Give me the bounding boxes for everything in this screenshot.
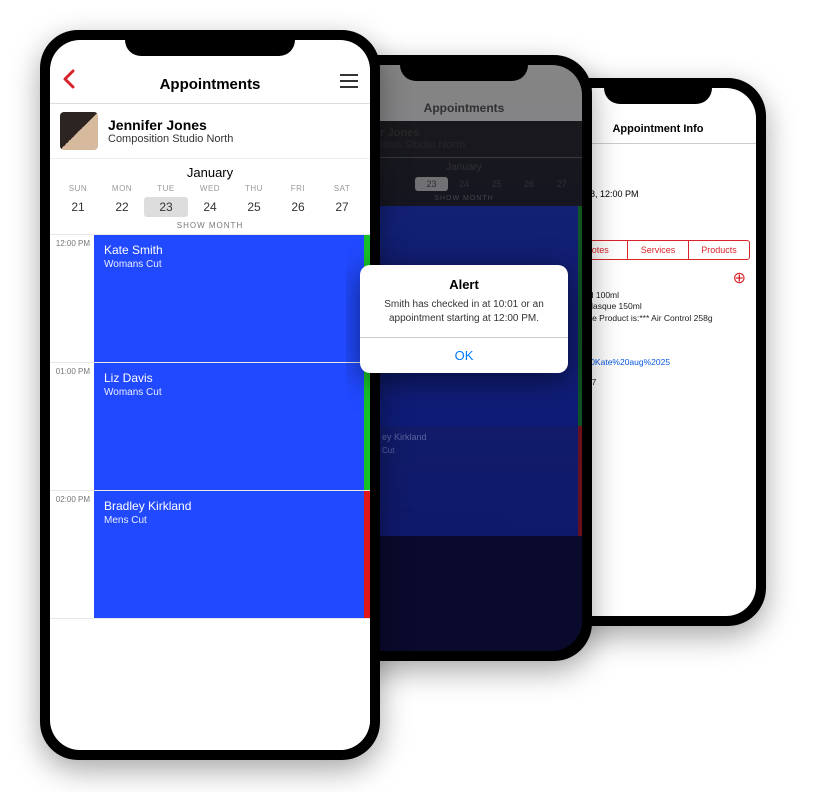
time-label: 12:00 PM (50, 235, 94, 362)
phone-1: Appointments Jennifer Jones Composition … (40, 30, 380, 760)
note-line: , 2017 (568, 333, 748, 345)
notch (400, 55, 528, 81)
appointment-slot[interactable]: Kate Smith Womans Cut (94, 235, 370, 362)
slot-edge-indicator (364, 363, 370, 490)
tab-services[interactable]: Services (627, 241, 688, 259)
screen-1: Appointments Jennifer Jones Composition … (50, 40, 370, 750)
month-label: January (50, 159, 370, 184)
slot-service: Cut (382, 446, 394, 455)
day-label: SUN (56, 184, 100, 193)
date-cell[interactable]: 21 (56, 197, 100, 217)
nav-title: Appointments (86, 76, 334, 93)
avatar (60, 112, 98, 150)
back-button[interactable] (62, 69, 86, 93)
info-line: ce (568, 213, 748, 226)
alert-title: Alert (360, 265, 568, 298)
profile-row[interactable]: Jennifer Jones Composition Studio North (50, 104, 370, 159)
month-label: January (346, 158, 582, 175)
appointment-slot[interactable]: Bradley Kirkland Mens Cut (94, 491, 370, 618)
date-cell[interactable]: 22 (100, 197, 144, 217)
info-line: y 2018, 12:00 PM (568, 188, 748, 201)
time-label: 01:00 PM (50, 363, 94, 490)
info-line: 55 (568, 175, 748, 188)
slot-service: Womans Cut (104, 387, 360, 398)
date-row: 23 24 25 26 27 (346, 175, 582, 195)
screen-2: Appointments nnifer Jones mposition Stud… (346, 65, 582, 651)
profile-name: Jennifer Jones (108, 117, 233, 133)
day-label: SAT (320, 184, 364, 193)
nav-title: Appointments (424, 101, 505, 115)
day-label: WED (188, 184, 232, 193)
time-label: 02:00 PM (50, 491, 94, 618)
schedule-row: 02:00 PM Bradley Kirkland Mens Cut (50, 490, 370, 618)
chevron-left-icon (62, 69, 76, 89)
note-line: st Have Product is:*** Air Control 258g (568, 313, 748, 325)
date-cell[interactable]: 23 (415, 177, 448, 191)
notch (125, 30, 295, 56)
menu-icon (340, 74, 358, 88)
date-cell[interactable]: 24 (448, 177, 481, 191)
date-cell[interactable]: 24 (188, 197, 232, 217)
slot-name: Bradley Kirkland (104, 499, 360, 513)
note-line: olor: (568, 345, 748, 357)
profile-studio: Composition Studio North (108, 133, 233, 145)
date-cell[interactable]: 26 (276, 197, 320, 217)
date-cell[interactable]: 25 (480, 177, 513, 191)
slot-name: ey Kirkland (382, 432, 427, 442)
menu-button[interactable] (334, 72, 358, 93)
time-label (50, 619, 94, 750)
day-label: THU (232, 184, 276, 193)
info-line: er (568, 163, 748, 176)
date-cell[interactable] (383, 177, 416, 191)
schedule-row: 12:00 PM Kate Smith Womans Cut (50, 234, 370, 362)
day-label: TUE (144, 184, 188, 193)
info-line: n (568, 150, 748, 163)
alert-body: Smith has checked in at 10:01 or an appo… (360, 298, 568, 337)
note-line: d, 2017 (568, 377, 748, 389)
slot-edge-indicator (364, 491, 370, 618)
nav-title: Appointment Info (612, 123, 703, 135)
appointment-slot[interactable]: Liz Davis Womans Cut (94, 363, 370, 490)
day-label: MON (100, 184, 144, 193)
tab-products[interactable]: Products (688, 241, 749, 259)
date-cell[interactable]: 26 (513, 177, 546, 191)
schedule-grid: 12:00 PM Kate Smith Womans Cut 01:00 PM … (50, 234, 370, 750)
date-row: 21 22 23 24 25 26 27 (50, 193, 370, 221)
note-line: sion Masque 150ml (568, 301, 748, 313)
notch (604, 78, 712, 104)
alert-modal: Alert Smith has checked in at 10:01 or a… (360, 265, 568, 373)
slot-name: Liz Davis (104, 371, 360, 385)
show-month-label[interactable]: SHOW MONTH (346, 195, 582, 206)
date-cell[interactable]: 27 (320, 197, 364, 217)
appointment-slot[interactable]: ey Kirkland Cut (346, 426, 582, 536)
slot-service: Womans Cut (104, 259, 360, 270)
day-header-row: SUN MON TUE WED THU FRI SAT (50, 184, 370, 193)
date-cell[interactable]: 27 (545, 177, 578, 191)
note-line: g Fluid 100ml (568, 290, 748, 302)
date-cell[interactable]: 25 (232, 197, 276, 217)
alert-ok-button[interactable]: OK (360, 337, 568, 373)
slot-name: Kate Smith (104, 243, 360, 257)
date-cell-selected[interactable]: 23 (144, 197, 188, 217)
show-month-button[interactable]: SHOW MONTH (50, 221, 370, 234)
slot-service: Mens Cut (104, 515, 360, 526)
info-line: Cut (568, 200, 748, 213)
schedule-row (50, 618, 370, 750)
day-label: FRI (276, 184, 320, 193)
note-link[interactable]: for%20Kate%20aug%2025 (568, 357, 748, 369)
profile-row: nnifer Jones mposition Studio North (346, 121, 582, 158)
schedule-row: 01:00 PM Liz Davis Womans Cut (50, 362, 370, 490)
